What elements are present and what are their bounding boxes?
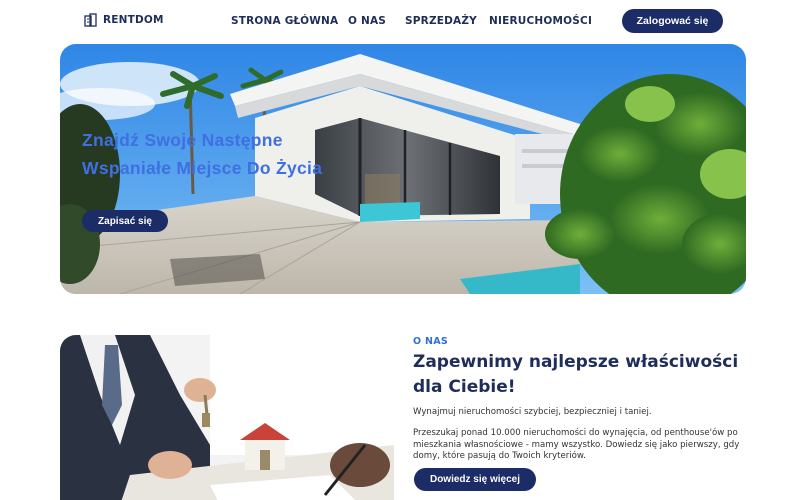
hero-banner: Znajdź Swoje Następne Wspaniałe Miejsce … xyxy=(60,44,746,294)
about-image xyxy=(60,335,394,500)
handing-over-keys-photo xyxy=(60,335,394,500)
about-title: Zapewnimy najlepsze właściwości dla Cieb… xyxy=(413,352,739,397)
signup-button[interactable]: Zapisać się xyxy=(82,210,168,232)
top-navigation: RENTDOM STRONA GŁÓWNA O NAS SPRZEDAŻY NI… xyxy=(0,0,800,42)
about-description-text: Przeszukaj ponad 10.000 nieruchomości do… xyxy=(413,428,740,461)
nav-link-sales[interactable]: SPRZEDAŻY xyxy=(405,15,477,27)
about-intro-text: Wynajmuj nieruchomości szybciej, bezpiec… xyxy=(413,407,652,417)
about-kicker: O NAS xyxy=(413,336,449,347)
learn-more-button[interactable]: Dowiedz się więcej xyxy=(414,468,536,491)
nav-link-home[interactable]: STRONA GŁÓWNA xyxy=(231,15,338,27)
nav-link-properties[interactable]: NIERUCHOMOŚCI xyxy=(489,15,592,27)
hero-title: Znajdź Swoje Następne Wspaniałe Miejsce … xyxy=(82,130,323,178)
nav-link-about[interactable]: O NAS xyxy=(348,15,386,27)
login-button[interactable]: Zalogować się xyxy=(622,9,723,33)
